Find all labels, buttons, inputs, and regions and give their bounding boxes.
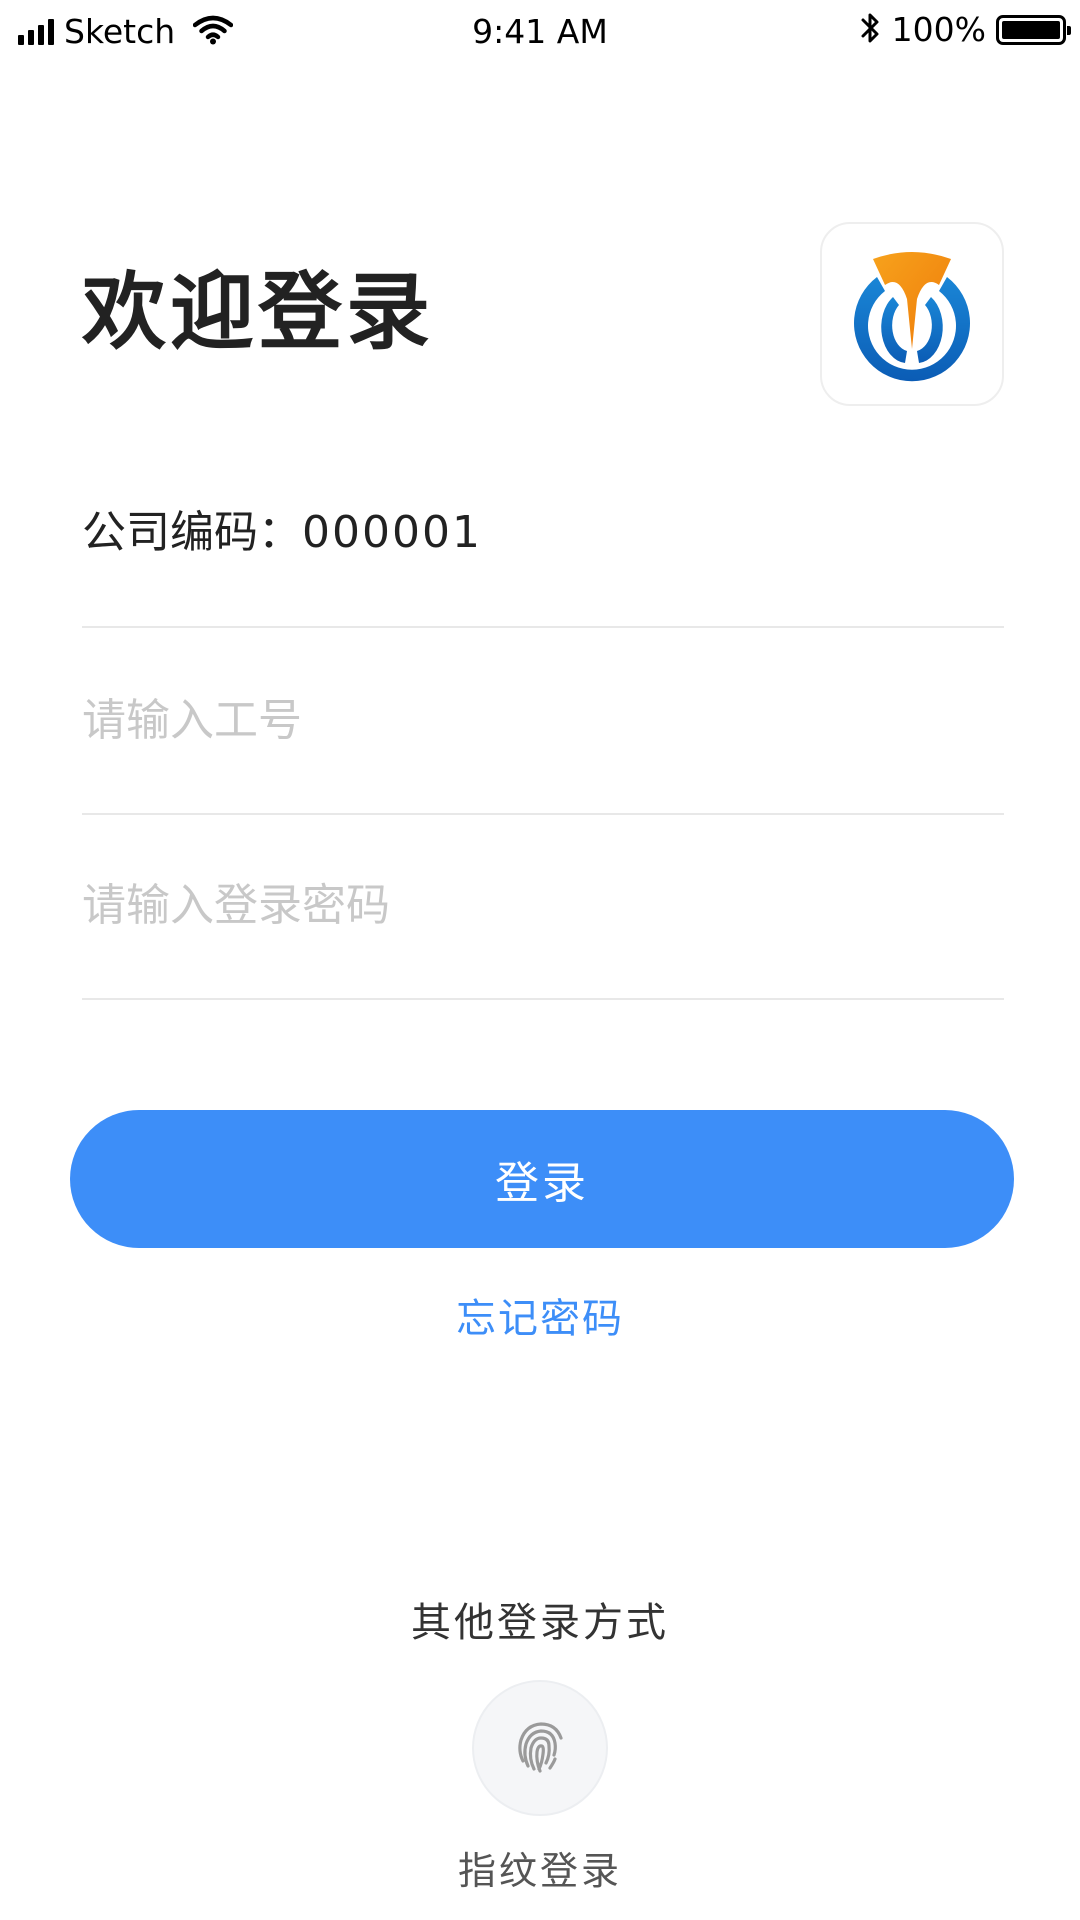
- fingerprint-icon: [509, 1715, 571, 1781]
- forgot-password-link[interactable]: 忘记密码: [0, 1286, 1080, 1344]
- login-button[interactable]: 登录: [70, 1110, 1014, 1248]
- battery-percent: 100%: [891, 10, 986, 49]
- other-login-title: 其他登录方式: [411, 1600, 669, 1646]
- bluetooth-icon: [860, 11, 882, 49]
- fingerprint-login-button[interactable]: [472, 1680, 608, 1816]
- company-code-field: 公司编码：000001: [82, 478, 1004, 628]
- page-title: 欢迎登录: [82, 263, 435, 361]
- password-field: [82, 850, 1004, 1000]
- password-input[interactable]: [82, 850, 1004, 960]
- app-logo-icon: [820, 222, 1004, 406]
- company-code-label: 公司编码：: [82, 507, 302, 558]
- employee-id-input[interactable]: [82, 665, 1004, 775]
- company-code-value: 000001: [302, 507, 482, 558]
- fingerprint-login-label[interactable]: 指纹登录: [0, 1840, 1080, 1895]
- employee-id-field: [82, 665, 1004, 815]
- status-bar: Sketch 9:41 AM 100%: [0, 0, 1080, 64]
- status-right: 100%: [860, 10, 1071, 49]
- battery-icon: [996, 14, 1071, 45]
